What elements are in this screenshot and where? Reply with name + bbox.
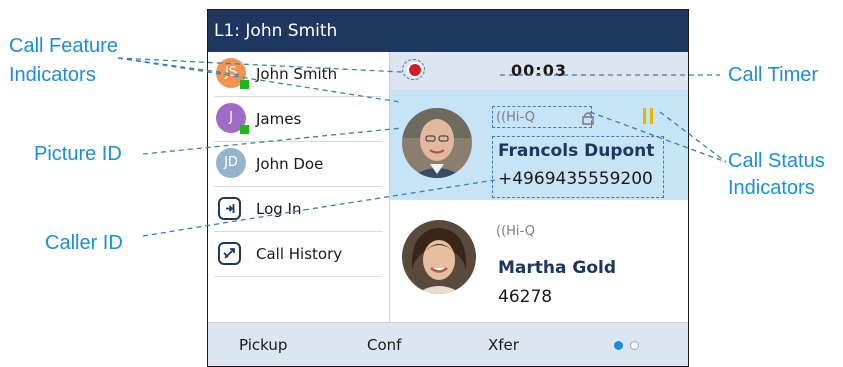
callout-picture-id: Picture ID — [34, 143, 122, 165]
callout-call-timer: Call Timer — [728, 64, 819, 86]
callout-call-status-line1: Call Status — [728, 150, 825, 172]
callout-call-feature-line2: Indicators — [9, 64, 96, 86]
callout-call-feature-line1: Call Feature — [9, 35, 118, 57]
callout-caller-id: Caller ID — [45, 232, 123, 254]
callout-leaders — [117, 57, 727, 237]
callout-call-status-line2: Indicators — [728, 177, 815, 199]
